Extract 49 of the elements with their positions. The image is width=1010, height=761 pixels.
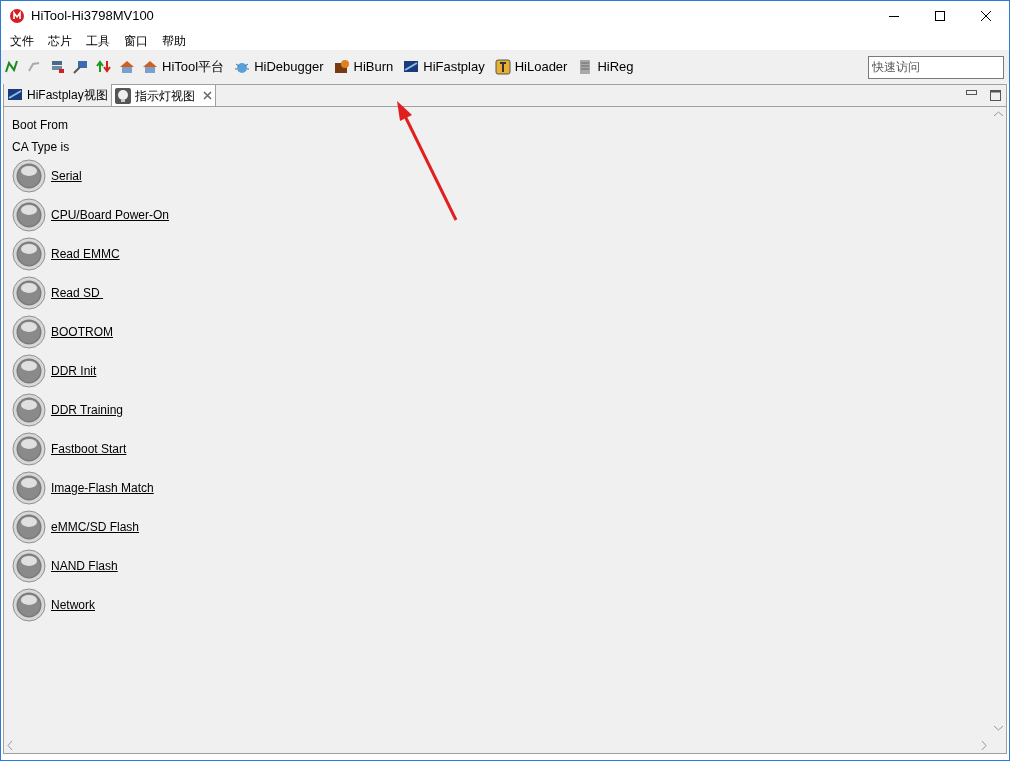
indicator-link[interactable]: Serial [51, 166, 82, 185]
minimize-view-icon[interactable] [966, 90, 977, 96]
view-tab[interactable]: 指示灯视图 [110, 84, 216, 106]
menu-item[interactable]: 帮助 [155, 31, 193, 50]
indicator-link[interactable]: Read SD [51, 283, 104, 302]
indicator-link[interactable]: DDR Init [51, 361, 97, 380]
close-icon [981, 11, 991, 21]
indicator-link[interactable]: Image-Flash Match [51, 478, 154, 497]
screen-icon [7, 87, 23, 103]
indicator-link[interactable]: Network [51, 595, 95, 614]
bulb-icon [114, 87, 131, 104]
indicator-link[interactable]: DDR Training [51, 400, 124, 419]
toolbar-button[interactable]: HiReg [577, 57, 634, 77]
menu-item[interactable]: 窗口 [117, 31, 155, 50]
menu-item[interactable]: 芯片 [41, 31, 79, 50]
scroll-up-icon[interactable] [993, 111, 1003, 117]
indicator-link[interactable]: Fastboot Start [51, 439, 127, 458]
scroll-right-icon[interactable] [981, 741, 987, 750]
indicator-link[interactable]: BOOTROM [51, 322, 113, 341]
server-icon[interactable] [50, 59, 66, 75]
indicator-link[interactable]: eMMC/SD Flash [51, 517, 139, 536]
toolbar-button[interactable]: HiLoader [494, 57, 568, 77]
close-tab-icon[interactable] [202, 91, 212, 100]
scroll-down-icon[interactable] [993, 725, 1003, 731]
quick-access-field[interactable]: 快速访问 [868, 55, 1004, 79]
house-icon [142, 59, 158, 75]
menu-item[interactable]: 文件 [3, 31, 41, 50]
indicator-link[interactable]: CPU/Board Power-On [51, 205, 170, 224]
film-reel-icon [333, 59, 350, 75]
toolbar-button[interactable]: HiDebugger [234, 57, 324, 77]
hammer-icon [494, 59, 511, 75]
toolbar-button[interactable]: HiBurn [333, 57, 394, 77]
maximize-view-icon[interactable] [990, 90, 1001, 101]
app-logo-icon [10, 9, 24, 23]
toolbar-button[interactable]: HiFastplay [403, 57, 485, 77]
up-down-arrows-icon[interactable] [96, 59, 112, 75]
screen-icon [403, 59, 420, 75]
info-label: Boot From [12, 117, 68, 134]
window-title: HiTool-Hi3798MV100 [31, 7, 154, 26]
menu-item[interactable]: 工具 [79, 31, 117, 50]
minimize-icon [889, 15, 899, 17]
house-icon[interactable] [119, 59, 135, 75]
maximize-icon [935, 11, 945, 21]
indicator-link[interactable]: NAND Flash [51, 556, 118, 575]
toolbar-button[interactable]: HiTool平台 [142, 57, 225, 77]
indicator-link[interactable]: Read EMMC [51, 244, 120, 263]
scroll-left-icon[interactable] [7, 741, 13, 750]
info-label: CA Type is [12, 139, 70, 156]
signal-line-icon[interactable] [4, 59, 20, 75]
